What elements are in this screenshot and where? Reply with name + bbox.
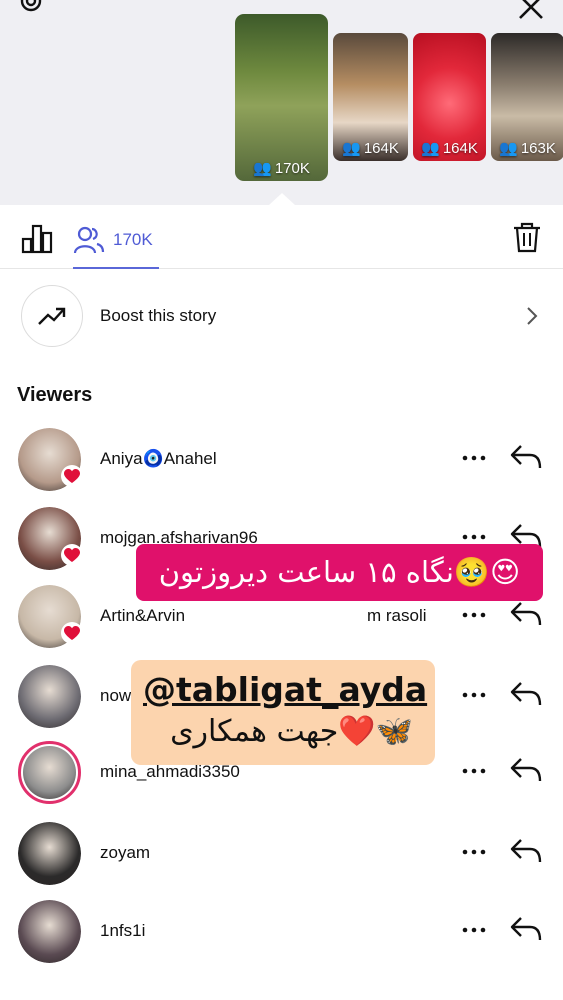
avatar[interactable]: [18, 741, 81, 804]
reply-icon[interactable]: [508, 598, 544, 630]
viewers-icon: 👥: [499, 140, 518, 157]
viewers-heading: Viewers: [17, 384, 93, 406]
users-icon: [73, 226, 105, 254]
more-options-icon[interactable]: [461, 605, 487, 625]
viewer-username[interactable]: zoyam: [100, 843, 150, 863]
viewers-icon: 👥: [342, 140, 361, 157]
heart-icon: [61, 622, 83, 644]
text-sticker: نگاه ۱۵ ساعت دیروزتون🥹😍: [136, 544, 543, 601]
viewer-username[interactable]: Aniya🧿Anahel: [100, 449, 217, 469]
story-thumbnail[interactable]: 👥 170K: [235, 14, 328, 181]
viewers-icon: 👥: [253, 160, 272, 177]
story-thumbnail[interactable]: 👥 163K: [491, 33, 563, 161]
thumbnail-count: 164K: [363, 139, 399, 157]
avatar[interactable]: [18, 822, 81, 885]
heart-icon: [61, 465, 83, 487]
more-options-icon[interactable]: [461, 448, 487, 468]
mention-handle[interactable]: @tabligat_ayda: [143, 670, 427, 709]
viewer-row[interactable]: zoyam: [0, 822, 563, 900]
boost-icon-circle: [21, 285, 83, 347]
boost-label: Boost this story: [100, 306, 217, 325]
chevron-right-icon: [527, 307, 538, 325]
thumbnail-count: 164K: [442, 139, 478, 157]
viewer-row[interactable]: 1nfs1i: [0, 900, 563, 978]
viewer-fullname: m rasoli: [367, 606, 427, 625]
selected-caret: [269, 193, 295, 205]
thumbnail-count: 163K: [520, 139, 556, 157]
thumbnail-count: 170K: [274, 159, 310, 177]
reply-icon[interactable]: [508, 754, 544, 786]
reply-icon[interactable]: [508, 835, 544, 867]
reply-icon[interactable]: [508, 678, 544, 710]
reply-icon[interactable]: [508, 441, 544, 473]
viewer-username[interactable]: now: [100, 686, 131, 706]
viewers-icon: 👥: [421, 140, 440, 157]
avatar[interactable]: [18, 665, 81, 728]
mention-subtext: جهت همکاری❤️🦋: [170, 714, 413, 749]
heart-icon: [61, 544, 83, 566]
more-options-icon[interactable]: [461, 685, 487, 705]
reply-icon[interactable]: [508, 913, 544, 945]
more-options-icon[interactable]: [461, 920, 487, 940]
viewer-row[interactable]: Aniya🧿Anahel: [0, 428, 563, 506]
trash-icon[interactable]: [510, 220, 544, 254]
avatar[interactable]: [18, 900, 81, 963]
more-options-icon[interactable]: [461, 761, 487, 781]
boost-story-row[interactable]: Boost this story: [0, 270, 563, 360]
story-thumbnail[interactable]: 👥 164K: [333, 33, 408, 161]
trending-up-icon: [38, 307, 66, 325]
viewer-username[interactable]: Artin&Arvin: [100, 606, 185, 626]
mention-sticker: @tabligat_ayda جهت همکاری❤️🦋: [131, 660, 435, 765]
viewer-username[interactable]: mina_ahmadi3350: [100, 762, 240, 782]
story-thumbnails-bar: 👥 170K 👥 164K 👥 164K 👥 163K: [0, 0, 563, 205]
more-options-icon[interactable]: [461, 842, 487, 862]
tab-viewers[interactable]: 170K: [73, 217, 159, 269]
bar-chart-icon[interactable]: [20, 221, 54, 255]
viewer-username[interactable]: 1nfs1i: [100, 921, 145, 941]
tab-viewers-count: 170K: [113, 230, 153, 249]
story-tabs: 170K: [0, 205, 563, 269]
story-thumbnail[interactable]: 👥 164K: [413, 33, 486, 161]
